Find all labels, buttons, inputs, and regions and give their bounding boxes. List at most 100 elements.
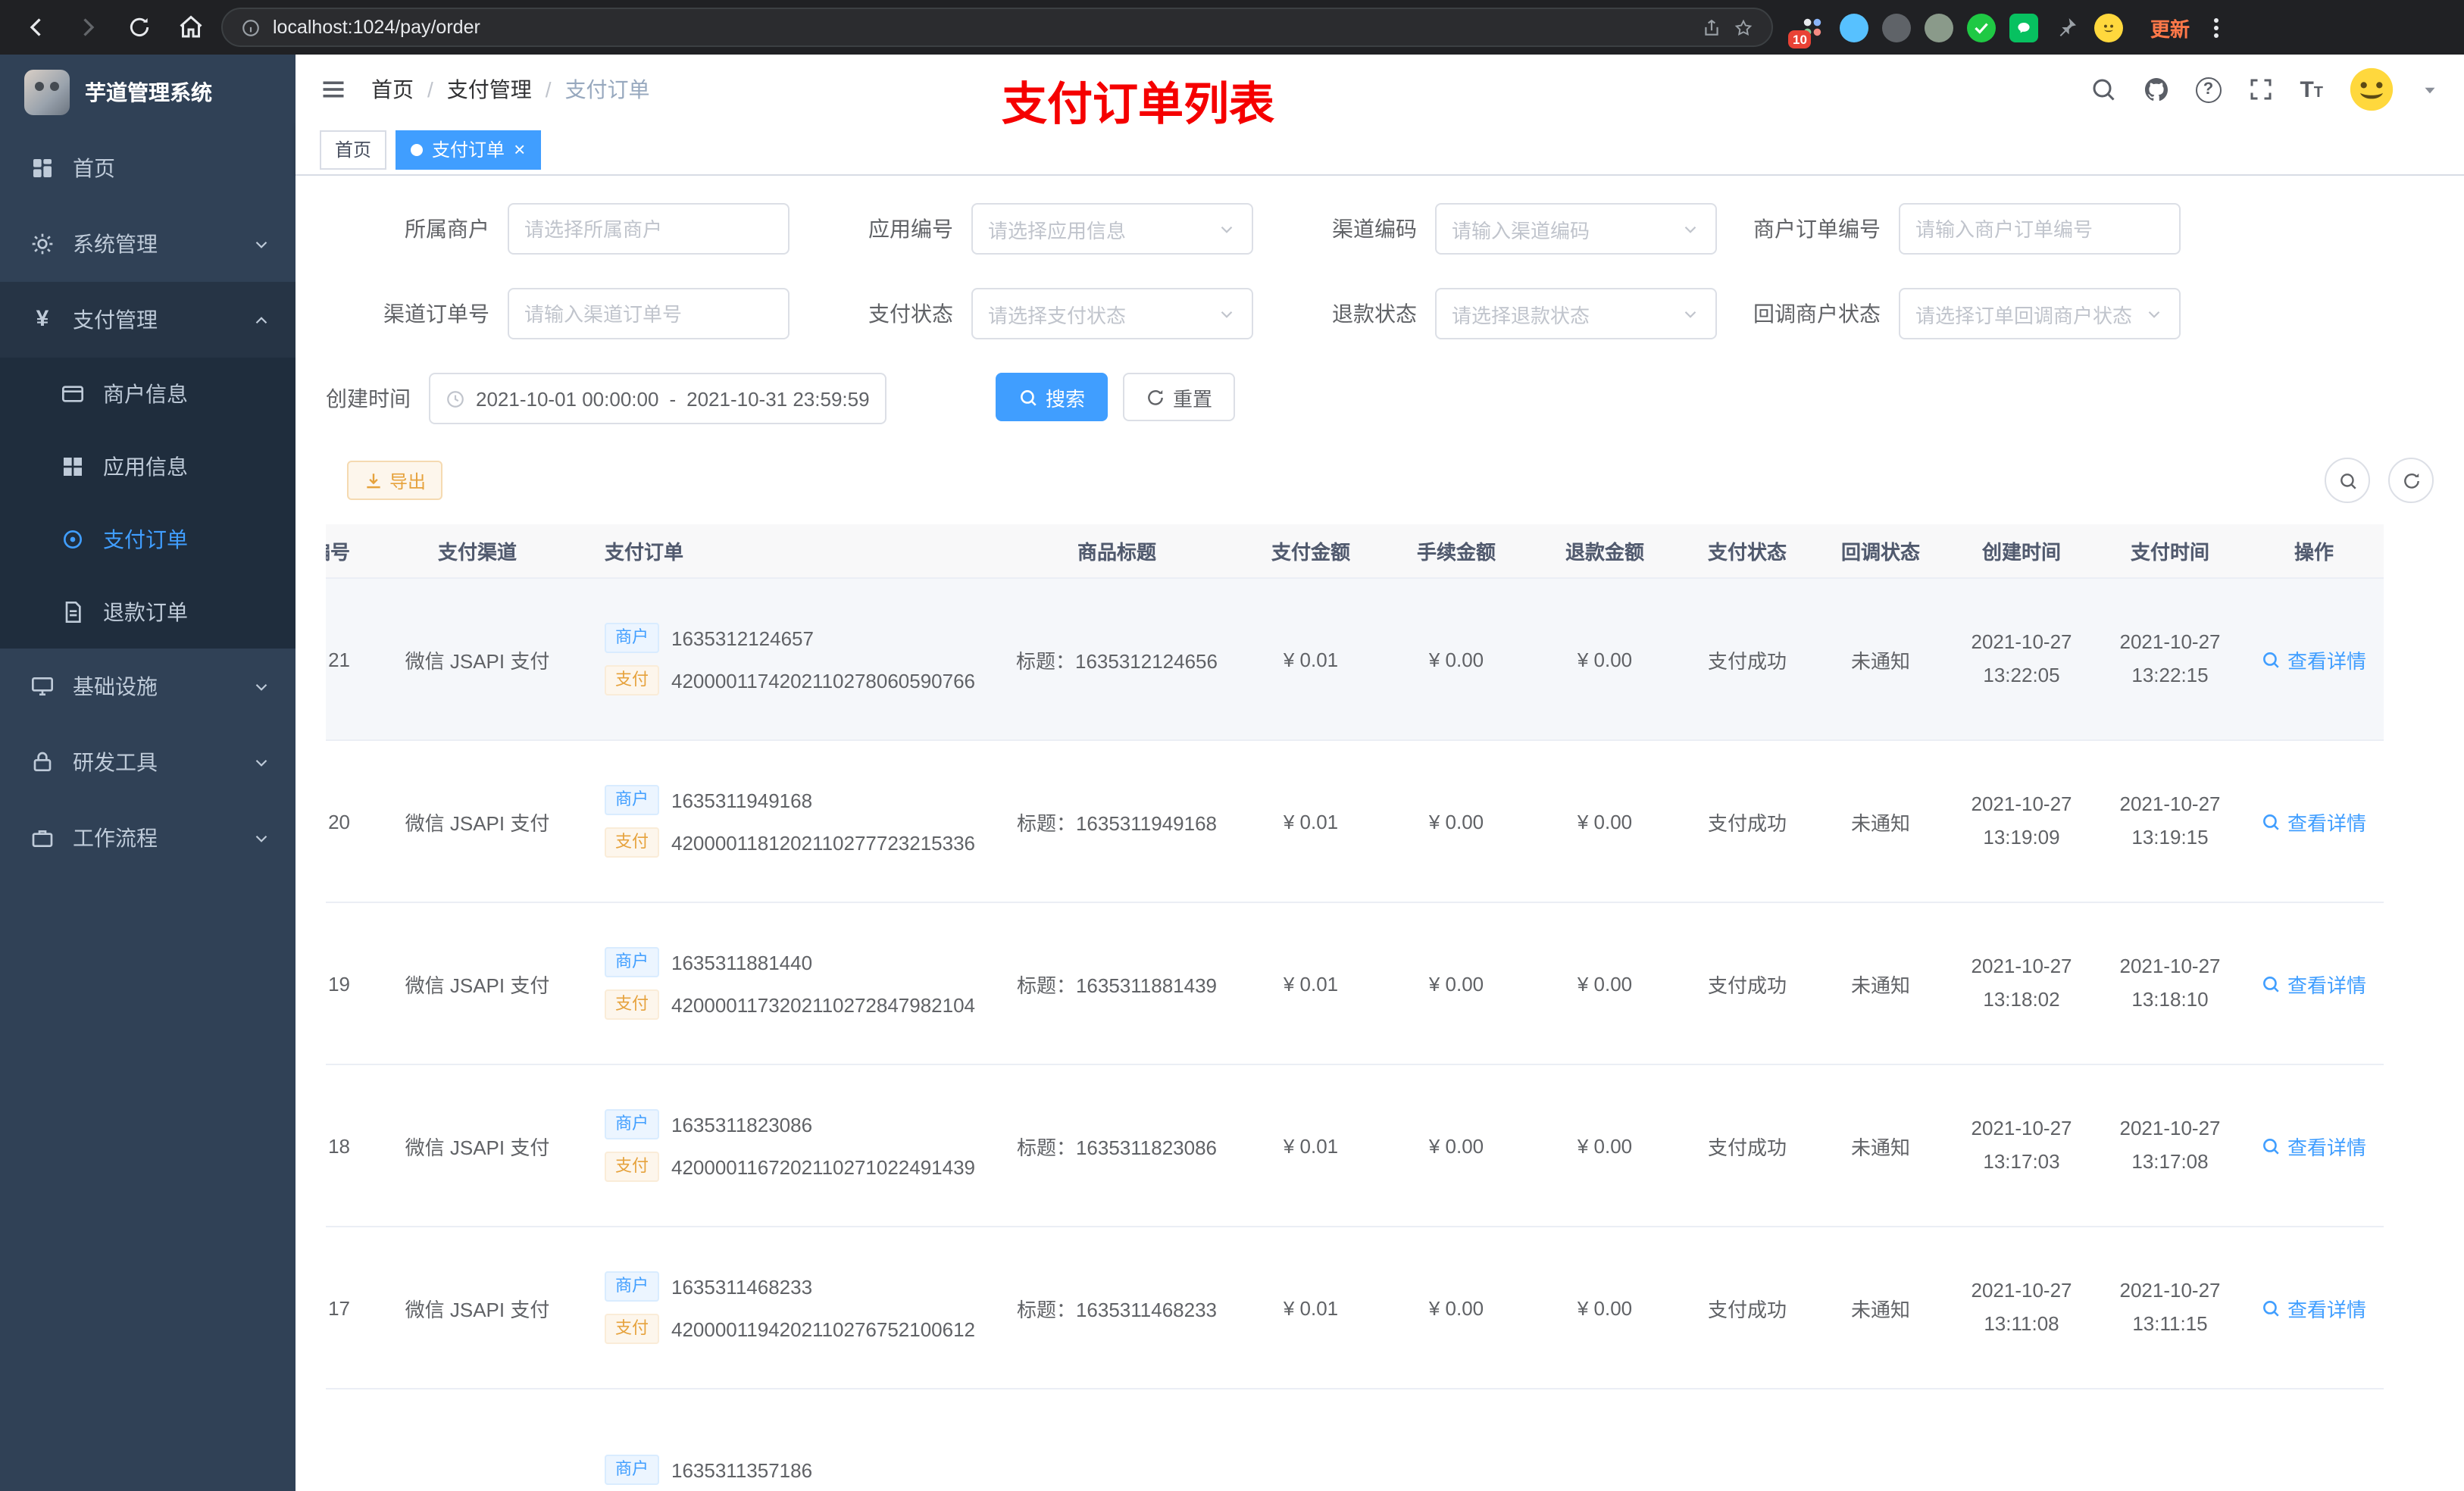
- sidebar-item-infra[interactable]: 基础设施: [0, 649, 295, 724]
- help-icon[interactable]: ?: [2195, 77, 2222, 102]
- cell-pay-order: 商户 1635312124657 支付 42000011742021102780605…: [583, 617, 996, 702]
- breadcrumb-pay-manage[interactable]: 支付管理: [447, 74, 532, 105]
- filter-field-app-id: 应用编号 请选择应用信息: [790, 203, 1253, 255]
- filter-field-channel-code: 渠道编码 请输入渠道编码: [1253, 203, 1717, 255]
- tab-pay-order[interactable]: 支付订单 ×: [396, 130, 541, 169]
- browser-update-button[interactable]: 更新: [2150, 13, 2190, 42]
- reload-button[interactable]: [118, 6, 161, 48]
- grid-icon: [61, 455, 85, 479]
- filter-row-2: 渠道订单号 支付状态 请选择支付状态 退款状态 请选择退款状态 回调商户状态 请…: [326, 288, 2434, 339]
- reset-button-label: 重置: [1173, 387, 1213, 410]
- github-icon[interactable]: [2142, 76, 2169, 103]
- site-info-icon[interactable]: [241, 17, 261, 37]
- date-end: 2021-10-31 23:59:59: [686, 387, 870, 410]
- channel-order-no-input[interactable]: [508, 288, 790, 339]
- extension-green-check-icon[interactable]: [1967, 13, 1996, 42]
- sidebar-item-workflow[interactable]: 工作流程: [0, 800, 295, 876]
- share-icon[interactable]: [1702, 17, 1721, 37]
- column-header-title: 商品标题: [1077, 541, 1156, 564]
- cell-fee: ¥ 0.00: [1428, 972, 1484, 995]
- search-button[interactable]: 搜索: [996, 373, 1108, 421]
- sidebar-item-merchant-info[interactable]: 商户信息: [0, 358, 295, 430]
- breadcrumb: 首页 / 支付管理 / 支付订单: [371, 74, 650, 105]
- cell-callback-status: 未通知: [1850, 974, 1910, 996]
- refund-status-select[interactable]: 请选择退款状态: [1435, 288, 1717, 339]
- cell-pay-status: 支付成功: [1707, 1136, 1787, 1158]
- wechat-devtools-icon[interactable]: [2009, 13, 2038, 42]
- extension-gray-icon[interactable]: [1925, 13, 1953, 42]
- view-detail-link[interactable]: 查看详情: [2262, 645, 2366, 674]
- extension-globe-icon[interactable]: [1882, 13, 1911, 42]
- breadcrumb-home[interactable]: 首页: [371, 74, 414, 105]
- export-button[interactable]: 导出: [347, 461, 443, 500]
- cell-pay-time: 2021-10-27 13:22:15: [2119, 630, 2221, 686]
- sidebar-item-pay-order[interactable]: 支付订单: [0, 503, 295, 576]
- channel-transaction-no: 4200001181202110277723215336: [671, 831, 976, 854]
- table-row[interactable]: 17 微信 JSAPI 支付 商户 1635311468233 支付 4200001194…: [326, 1227, 2384, 1389]
- user-avatar[interactable]: [2349, 67, 2394, 112]
- sidebar-item-dev-tools[interactable]: 研发工具: [0, 724, 295, 800]
- sidebar-item-system[interactable]: 系统管理: [0, 206, 295, 282]
- back-button[interactable]: [15, 6, 58, 48]
- table-row[interactable]: 18 微信 JSAPI 支付 商户 1635311823086 支付 4200001167…: [326, 1065, 2384, 1227]
- merchant-tag: 商户: [605, 1455, 659, 1485]
- cell-pay-time: 2021-10-27 13:17:08: [2119, 1117, 2221, 1173]
- emoji-extension-icon[interactable]: [2094, 13, 2123, 42]
- hamburger-icon[interactable]: [320, 76, 347, 103]
- sidebar-item-payment[interactable]: ¥ 支付管理: [0, 282, 295, 358]
- bookmark-star-icon[interactable]: [1734, 17, 1753, 37]
- cell-title: 标题：1635311468233: [1016, 1298, 1218, 1321]
- page-content: 所属商户 应用编号 请选择应用信息 渠道编码 请输入渠道编码 商户订单编号: [295, 176, 2464, 1491]
- font-size-icon[interactable]: TT: [2300, 78, 2323, 101]
- close-icon[interactable]: ×: [514, 139, 525, 159]
- caret-down-icon[interactable]: [2420, 80, 2440, 99]
- table-row[interactable]: 21 微信 JSAPI 支付 商户 1635312124657 支付 4200001174…: [326, 579, 2384, 741]
- sidebar-item-refund-order[interactable]: 退款订单: [0, 576, 295, 649]
- filter-field-merchant-order-no: 商户订单编号: [1717, 203, 2181, 255]
- search-icon[interactable]: [2089, 76, 2116, 103]
- extension-blue-icon[interactable]: [1840, 13, 1868, 42]
- cell-create-time: 2021-10-27 13:22:05: [1971, 630, 2072, 686]
- channel-code-select[interactable]: 请输入渠道编码: [1435, 203, 1717, 255]
- cell-pay-order: 商户 1635311823086 支付 42000011672021102710224…: [583, 1103, 996, 1188]
- filter-field-pay-status: 支付状态 请选择支付状态: [790, 288, 1253, 339]
- sidebar-item-app-info[interactable]: 应用信息: [0, 430, 295, 503]
- table-row[interactable]: 20 微信 JSAPI 支付 商户 1635311949168 支付 4200001181…: [326, 741, 2384, 903]
- view-detail-link[interactable]: 查看详情: [2262, 1131, 2366, 1160]
- table-row[interactable]: 19 微信 JSAPI 支付 商户 1635311881440 支付 4200001173…: [326, 903, 2384, 1065]
- app-logo[interactable]: 芋道管理系统: [0, 55, 295, 130]
- filter-field-channel-order-no: 渠道订单号: [326, 288, 790, 339]
- reset-button[interactable]: 重置: [1123, 373, 1236, 421]
- sidebar-item-label: 支付订单: [103, 527, 188, 552]
- chevron-down-icon: [1217, 219, 1237, 239]
- sidebar-item-home[interactable]: 首页: [0, 130, 295, 206]
- cell-pay-order: 商户 1635311949168 支付 42000011812021102777232…: [583, 779, 996, 864]
- view-detail-link[interactable]: 查看详情: [2262, 969, 2366, 998]
- pay-status-select[interactable]: 请选择支付状态: [971, 288, 1253, 339]
- cell-callback-status: 未通知: [1850, 1136, 1910, 1158]
- export-button-label: 导出: [389, 470, 427, 492]
- date-start: 2021-10-01 00:00:00: [476, 387, 659, 410]
- fullscreen-icon[interactable]: [2247, 76, 2274, 103]
- table-row[interactable]: 商户 1635311357186: [326, 1389, 2384, 1491]
- date-range-picker[interactable]: 2021-10-01 00:00:00 - 2021-10-31 23:59:5…: [429, 373, 886, 424]
- merchant-order-no-input[interactable]: [1899, 203, 2181, 255]
- pin-icon[interactable]: [2052, 13, 2081, 42]
- view-detail-link[interactable]: 查看详情: [2262, 1293, 2366, 1322]
- view-detail-link[interactable]: 查看详情: [2262, 807, 2366, 836]
- home-button[interactable]: [170, 6, 212, 48]
- refresh-icon[interactable]: [2388, 458, 2434, 503]
- app-select[interactable]: 请选择应用信息: [971, 203, 1253, 255]
- merchant-input[interactable]: [508, 203, 790, 255]
- dashboard-icon: [30, 156, 55, 180]
- callback-status-select[interactable]: 请选择订单回调商户状态: [1899, 288, 2181, 339]
- toggle-search-icon[interactable]: [2325, 458, 2370, 503]
- tab-home[interactable]: 首页: [320, 130, 387, 169]
- extension-badge: 10: [1788, 30, 1812, 48]
- forward-button[interactable]: [67, 6, 109, 48]
- cell-pay-order: 商户 1635311357186: [583, 1449, 996, 1491]
- cell-amount: ¥ 0.01: [1283, 648, 1339, 670]
- browser-menu-button[interactable]: [2208, 17, 2225, 37]
- extensions-menu-icon[interactable]: 10: [1788, 13, 1826, 48]
- address-bar[interactable]: localhost:1024/pay/order: [221, 8, 1773, 47]
